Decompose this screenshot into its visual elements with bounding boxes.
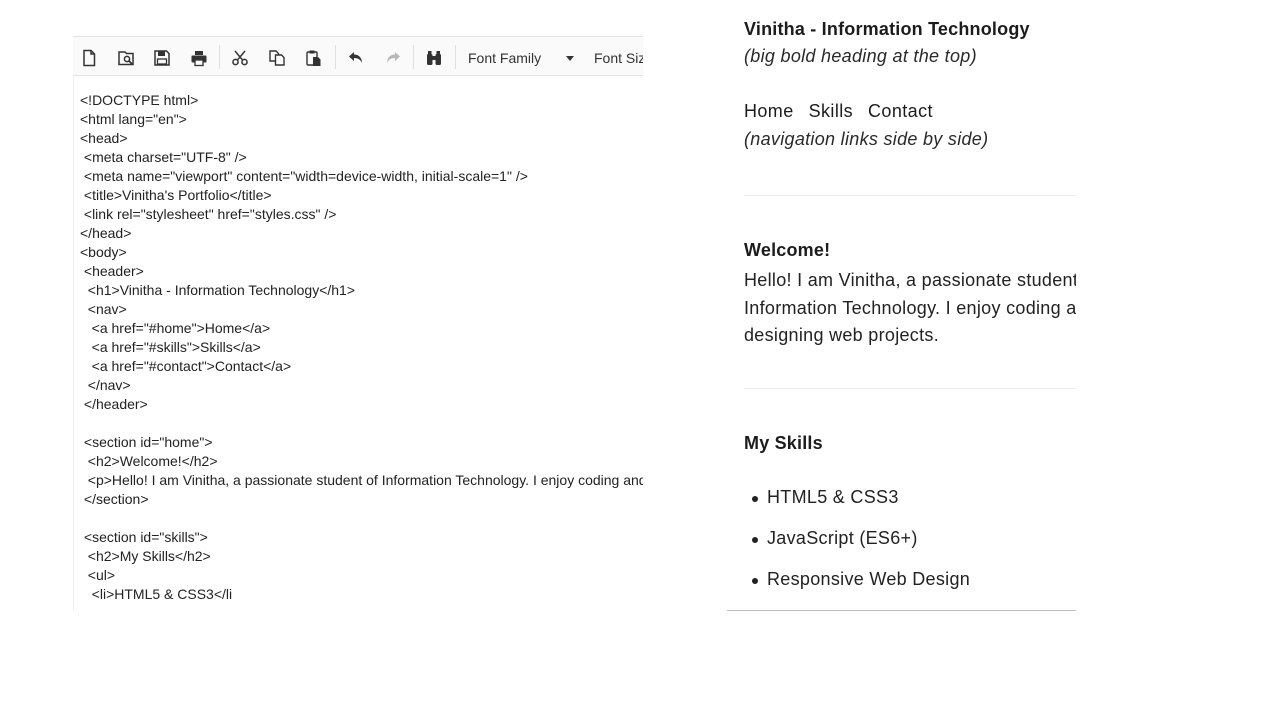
font-family-select[interactable]: Font Family xyxy=(468,46,541,70)
nav-note: (navigation links side by side) xyxy=(744,129,989,149)
code-line[interactable]: <header> xyxy=(80,262,643,281)
code-line[interactable]: <html lang="en"> xyxy=(80,110,643,129)
code-line[interactable]: <h2>My Skills</h2> xyxy=(80,547,643,566)
preview-pane: Vinitha - Information Technology (big bo… xyxy=(727,0,1076,612)
save-icon[interactable] xyxy=(151,47,173,69)
nav-link-contact[interactable]: Contact xyxy=(868,101,933,121)
code-line[interactable]: <section id="skills"> xyxy=(80,528,643,547)
code-line[interactable]: <li>HTML5 & CSS3</li xyxy=(80,585,643,604)
skills-list: HTML5 & CSS3 JavaScript (ES6+) Responsiv… xyxy=(752,487,970,610)
code-line[interactable]: <ul> xyxy=(80,566,643,585)
code-line[interactable]: <head> xyxy=(80,129,643,148)
code-line[interactable]: <title>Vinitha's Portfolio</title> xyxy=(80,186,643,205)
skills-heading: My Skills xyxy=(744,433,823,453)
redo-icon[interactable] xyxy=(382,47,404,69)
paste-icon[interactable] xyxy=(303,47,325,69)
code-line[interactable]: <h2>Welcome!</h2> xyxy=(80,452,643,471)
divider xyxy=(744,388,1076,389)
code-line[interactable]: <h1>Vinitha - Information Technology</h1… xyxy=(80,281,643,300)
welcome-paragraph: Hello! I am Vinitha, a passionate studen… xyxy=(744,267,1076,350)
paragraph-line: Information Technology. I enjoy coding a… xyxy=(744,297,1076,318)
editor-toolbar: Font Family Font Size xyxy=(73,36,643,76)
code-content[interactable]: <!DOCTYPE html> <html lang="en"> <head> <m… xyxy=(80,91,643,611)
paragraph-line: designing web projects. xyxy=(744,325,940,345)
code-line[interactable]: <a href="#home">Home</a> xyxy=(80,319,643,338)
chevron-down-icon[interactable] xyxy=(566,56,574,61)
editor-gutter xyxy=(73,76,74,611)
code-line[interactable]: <p>Hello! I am Vinitha, a passionate stu… xyxy=(80,471,643,490)
code-line[interactable] xyxy=(80,509,643,528)
code-line[interactable]: </header> xyxy=(80,395,643,414)
print-icon[interactable] xyxy=(188,47,210,69)
code-line[interactable]: <a href="#skills">Skills</a> xyxy=(80,338,643,357)
code-line[interactable] xyxy=(80,414,643,433)
code-line[interactable]: <a href="#contact">Contact</a> xyxy=(80,357,643,376)
code-line[interactable]: <nav> xyxy=(80,300,643,319)
welcome-heading: Welcome! xyxy=(744,240,831,260)
nav-link-skills[interactable]: Skills xyxy=(809,101,853,121)
code-line[interactable]: </section> xyxy=(80,490,643,509)
nav-bar: Home Skills Contact xyxy=(744,101,948,122)
print-preview-icon[interactable] xyxy=(115,47,137,69)
list-item: JavaScript (ES6+) xyxy=(752,528,970,569)
list-item: HTML5 & CSS3 xyxy=(752,487,970,528)
nav-link-home[interactable]: Home xyxy=(744,101,794,121)
copy-icon[interactable] xyxy=(266,47,288,69)
new-document-icon[interactable] xyxy=(78,47,100,69)
code-line[interactable]: <meta charset="UTF-8" /> xyxy=(80,148,643,167)
cut-icon[interactable] xyxy=(229,47,251,69)
divider xyxy=(744,195,1076,196)
page-title: Vinitha - Information Technology xyxy=(744,19,1030,39)
code-editor[interactable]: Font Family Font Size <!DOCTYPE html><ht… xyxy=(73,36,643,611)
code-line[interactable]: <meta name="viewport" content="width=dev… xyxy=(80,167,643,186)
undo-icon[interactable] xyxy=(345,47,367,69)
title-note: (big bold heading at the top) xyxy=(744,46,977,66)
list-item: Responsive Web Design xyxy=(752,569,970,610)
code-line[interactable]: </nav> xyxy=(80,376,643,395)
code-line[interactable]: <section id="home"> xyxy=(80,433,643,452)
code-line[interactable]: <body> xyxy=(80,243,643,262)
code-line[interactable]: <link rel="stylesheet" href="styles.css"… xyxy=(80,205,643,224)
paragraph-line: Hello! I am Vinitha, a passionate studen… xyxy=(744,270,1076,290)
find-icon[interactable] xyxy=(423,47,445,69)
font-size-select[interactable]: Font Size xyxy=(594,46,643,70)
code-line[interactable]: </head> xyxy=(80,224,643,243)
code-line[interactable]: <!DOCTYPE html> xyxy=(80,91,643,110)
preview-bottom-border xyxy=(727,610,1076,611)
